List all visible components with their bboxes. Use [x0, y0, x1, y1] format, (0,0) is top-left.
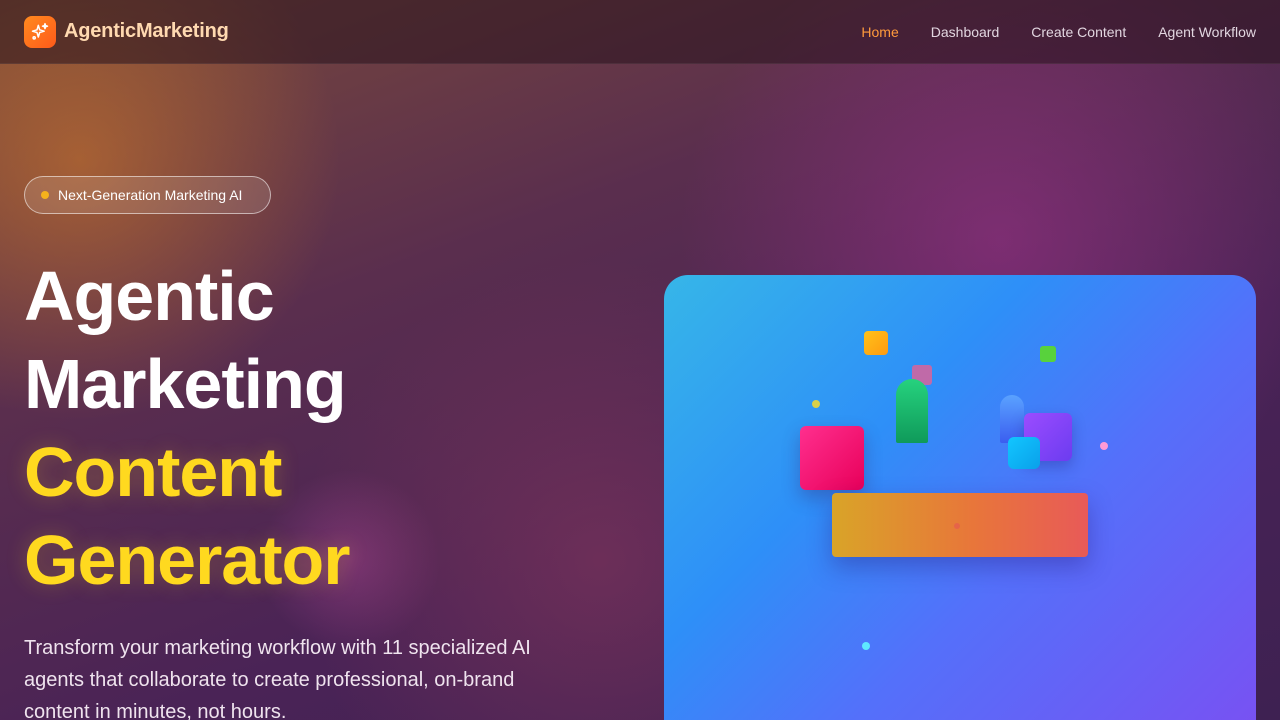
hero-title: Agentic Marketing Content Generator [24, 252, 351, 604]
cyan-dot-shape [862, 642, 870, 650]
hero-title-line-1: Agentic [24, 257, 275, 335]
badge-label: Next-Generation Marketing AI [58, 187, 243, 203]
nav-item-agent-workflow[interactable]: Agent Workflow [1158, 24, 1256, 40]
hero-badge: Next-Generation Marketing AI [24, 176, 271, 214]
pink-dot-shape [1100, 442, 1108, 450]
orange-square-shape [864, 331, 888, 355]
hero-description: Transform your marketing workflow with 1… [24, 637, 531, 720]
hero-illustration-card [664, 275, 1256, 720]
cyan-cube-shape [1008, 437, 1040, 469]
nav-item-home[interactable]: Home [861, 24, 898, 40]
logo[interactable] [24, 16, 56, 48]
nav-item-dashboard[interactable]: Dashboard [931, 24, 1000, 40]
brand-name[interactable]: AgenticMarketing [64, 20, 229, 43]
badge-dot-icon [41, 191, 49, 199]
green-square-shape [1040, 346, 1056, 362]
magenta-cube-shape [800, 426, 864, 490]
hero-title-line-4: Generator [24, 521, 351, 599]
platform-dot-shape [954, 523, 960, 529]
blue-pillar-shape [1000, 395, 1024, 443]
sparkles-icon [31, 22, 49, 40]
orange-platform-shape [832, 493, 1088, 557]
green-pillar-shape [896, 379, 928, 443]
nav-item-create-content[interactable]: Create Content [1031, 24, 1126, 40]
top-navigation: AgenticMarketing Home Dashboard Create C… [0, 0, 1280, 64]
nav-links: Home Dashboard Create Content Agent Work… [861, 24, 1256, 40]
yellow-dot-shape [812, 400, 820, 408]
hero-title-line-3: Content [24, 433, 282, 511]
hero-title-line-2: Marketing [24, 345, 347, 423]
